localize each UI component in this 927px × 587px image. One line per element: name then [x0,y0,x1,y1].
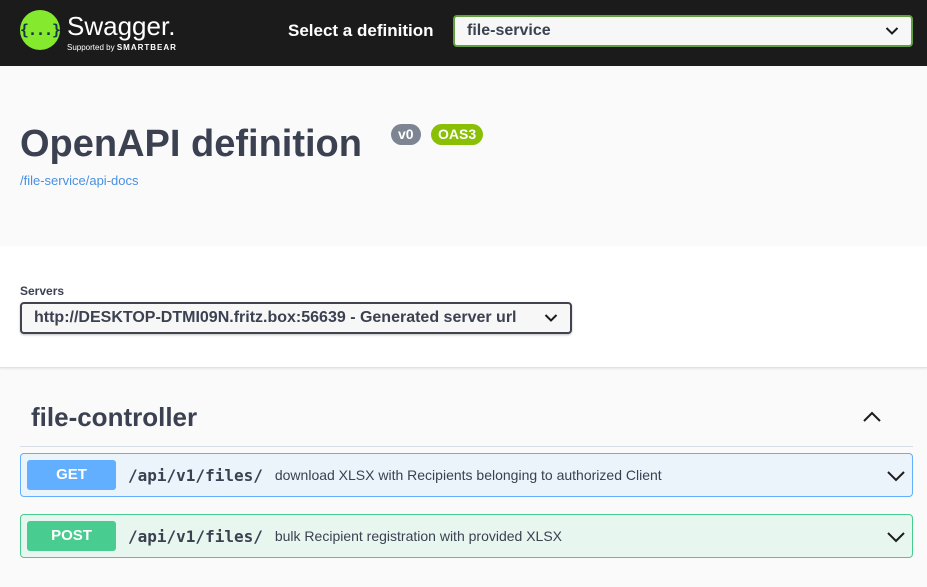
controller-title[interactable]: file-controller [31,402,197,432]
swagger-brand[interactable]: Swagger. [67,12,175,40]
brand-name: Swagger [67,11,169,41]
version-badge: v0 [391,124,421,145]
servers-label: Servers [20,284,65,298]
chevron-down-icon [544,314,558,322]
method-badge-get: GET [27,460,116,490]
chevron-down-icon[interactable] [886,466,906,486]
operation-path: /api/v1/files/ [128,526,263,546]
select-definition-label: Select a definition [288,21,434,40]
operation-post-files[interactable]: POST /api/v1/files/ bulk Recipient regis… [20,514,913,558]
operation-summary: download XLSX with Recipients belonging … [274,467,662,483]
controller-divider [20,446,913,447]
brand-mark: . [168,11,176,41]
operation-summary: bulk Recipient registration with provide… [274,528,563,544]
oas-badge: OAS3 [431,124,484,145]
page-title: OpenAPI definition [20,123,362,165]
chevron-down-icon [885,27,899,35]
definition-select[interactable]: file-service [453,15,913,47]
operation-get-files[interactable]: GET /api/v1/files/ download XLSX with Re… [20,453,913,497]
smartbear-text: SMARTBEAR [116,43,177,52]
operation-path: /api/v1/files/ [128,465,263,485]
method-badge-post: POST [27,521,116,551]
servers-select[interactable]: http://DESKTOP-DTMI09N.fritz.box:56639 -… [20,302,572,334]
chevron-up-icon[interactable] [860,405,884,429]
supported-by-text: Supported by [67,43,115,52]
servers-select-value: http://DESKTOP-DTMI09N.fritz.box:56639 -… [34,309,517,326]
supported-by: Supported by SMARTBEAR [67,43,177,53]
api-docs-link[interactable]: /file-service/api-docs [20,173,139,188]
chevron-down-icon[interactable] [886,527,906,547]
topbar: {...} Swagger. Supported by SMARTBEAR Se… [0,0,927,66]
definition-select-value: file-service [467,22,551,39]
swagger-logo-icon[interactable]: {...} [20,10,61,50]
